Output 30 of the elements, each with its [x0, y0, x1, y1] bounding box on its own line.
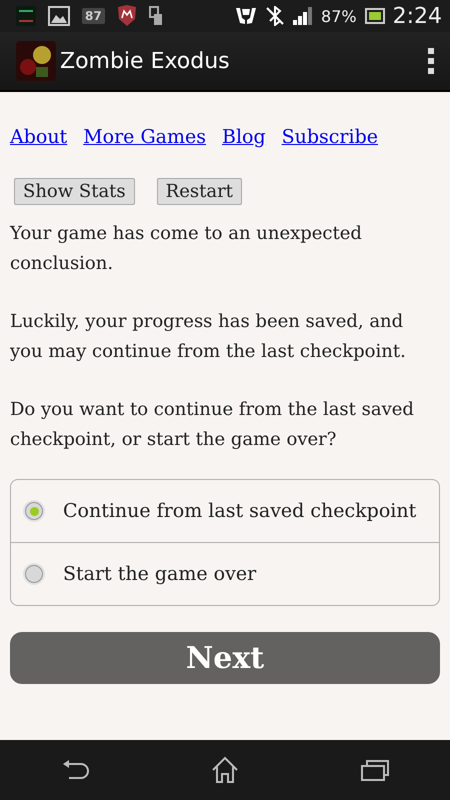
home-icon[interactable] — [211, 756, 239, 784]
game-logo-icon — [16, 41, 56, 81]
image-icon — [48, 6, 70, 26]
radio-button[interactable] — [25, 502, 43, 520]
bluetooth-off-icon — [265, 6, 286, 26]
story-paragraph: Do you want to continue from the last saved checkpoint, or start the game over? — [10, 398, 415, 452]
choice-option[interactable]: Start the game over — [11, 542, 439, 605]
nav-link[interactable]: More Games — [83, 126, 206, 148]
nav-link[interactable]: About — [10, 126, 68, 148]
phone-icon — [148, 6, 163, 26]
battery-percent: 87% — [321, 6, 357, 26]
story-paragraph: Luckily, your progress has been saved, and you may continue from the last checkpoint. — [10, 310, 407, 364]
recent-apps-icon[interactable] — [361, 759, 389, 781]
shield-icon — [116, 5, 137, 27]
app-icon — [16, 6, 36, 26]
story-paragraph: Your game has come to an unexpected conclusion. — [10, 222, 363, 276]
next-button[interactable]: Next — [10, 632, 440, 684]
game-button[interactable]: Show Stats — [14, 178, 135, 205]
app-title: Zombie Exodus — [60, 48, 231, 74]
game-button[interactable]: Restart — [156, 178, 242, 205]
nav-link[interactable]: Blog — [222, 126, 266, 148]
overflow-menu-icon[interactable] — [428, 48, 434, 74]
signal-icon — [293, 7, 314, 25]
back-icon[interactable] — [61, 759, 89, 781]
notification-count: 87 — [82, 8, 105, 24]
battery-icon — [364, 8, 385, 24]
radio-button[interactable] — [25, 565, 43, 583]
clock: 2:24 — [392, 4, 442, 28]
choice-option[interactable]: Continue from last saved checkpoint — [11, 480, 439, 542]
nav-link[interactable]: Subscribe — [282, 126, 378, 148]
